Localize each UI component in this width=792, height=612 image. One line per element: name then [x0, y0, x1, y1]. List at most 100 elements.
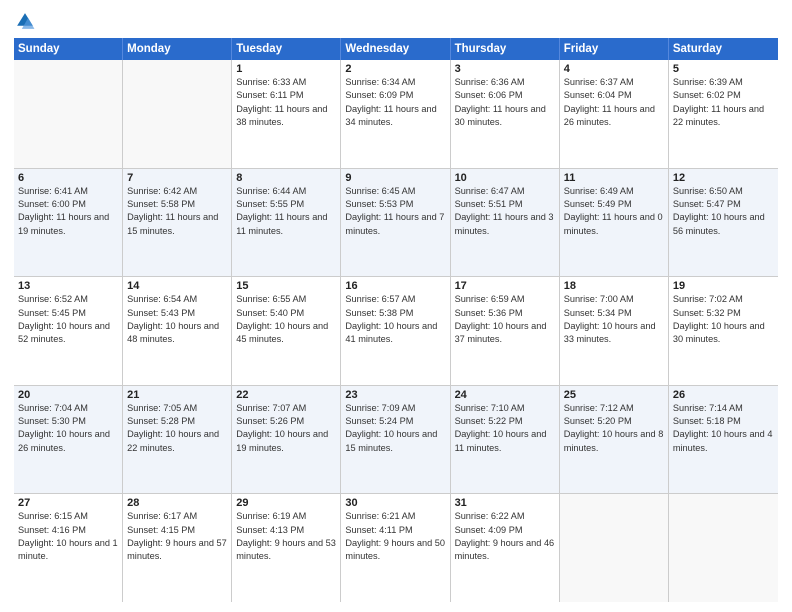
day-number: 22 [236, 389, 336, 401]
day-number: 13 [18, 280, 118, 292]
day-info: Sunrise: 7:14 AM Sunset: 5:18 PM Dayligh… [673, 402, 774, 455]
day-number: 11 [564, 172, 664, 184]
day-number: 14 [127, 280, 227, 292]
empty-cell [560, 494, 669, 602]
header-day-saturday: Saturday [669, 38, 778, 60]
day-cell-22: 22Sunrise: 7:07 AM Sunset: 5:26 PM Dayli… [232, 386, 341, 494]
day-cell-5: 5Sunrise: 6:39 AM Sunset: 6:02 PM Daylig… [669, 60, 778, 168]
day-cell-7: 7Sunrise: 6:42 AM Sunset: 5:58 PM Daylig… [123, 169, 232, 277]
week-row-2: 6Sunrise: 6:41 AM Sunset: 6:00 PM Daylig… [14, 169, 778, 278]
day-cell-11: 11Sunrise: 6:49 AM Sunset: 5:49 PM Dayli… [560, 169, 669, 277]
day-cell-14: 14Sunrise: 6:54 AM Sunset: 5:43 PM Dayli… [123, 277, 232, 385]
day-number: 23 [345, 389, 445, 401]
day-info: Sunrise: 6:54 AM Sunset: 5:43 PM Dayligh… [127, 293, 227, 346]
page: SundayMondayTuesdayWednesdayThursdayFrid… [0, 0, 792, 612]
calendar: SundayMondayTuesdayWednesdayThursdayFrid… [14, 38, 778, 602]
week-row-4: 20Sunrise: 7:04 AM Sunset: 5:30 PM Dayli… [14, 386, 778, 495]
day-number: 10 [455, 172, 555, 184]
day-cell-13: 13Sunrise: 6:52 AM Sunset: 5:45 PM Dayli… [14, 277, 123, 385]
day-info: Sunrise: 6:36 AM Sunset: 6:06 PM Dayligh… [455, 76, 555, 129]
day-number: 25 [564, 389, 664, 401]
day-number: 9 [345, 172, 445, 184]
day-info: Sunrise: 6:17 AM Sunset: 4:15 PM Dayligh… [127, 510, 227, 563]
header-day-wednesday: Wednesday [341, 38, 450, 60]
day-cell-31: 31Sunrise: 6:22 AM Sunset: 4:09 PM Dayli… [451, 494, 560, 602]
day-cell-30: 30Sunrise: 6:21 AM Sunset: 4:11 PM Dayli… [341, 494, 450, 602]
day-cell-2: 2Sunrise: 6:34 AM Sunset: 6:09 PM Daylig… [341, 60, 450, 168]
day-cell-21: 21Sunrise: 7:05 AM Sunset: 5:28 PM Dayli… [123, 386, 232, 494]
day-info: Sunrise: 6:45 AM Sunset: 5:53 PM Dayligh… [345, 185, 445, 238]
header-day-friday: Friday [560, 38, 669, 60]
day-cell-10: 10Sunrise: 6:47 AM Sunset: 5:51 PM Dayli… [451, 169, 560, 277]
day-number: 16 [345, 280, 445, 292]
logo [14, 10, 40, 32]
week-row-3: 13Sunrise: 6:52 AM Sunset: 5:45 PM Dayli… [14, 277, 778, 386]
day-number: 12 [673, 172, 774, 184]
week-row-5: 27Sunrise: 6:15 AM Sunset: 4:16 PM Dayli… [14, 494, 778, 602]
empty-cell [669, 494, 778, 602]
day-cell-12: 12Sunrise: 6:50 AM Sunset: 5:47 PM Dayli… [669, 169, 778, 277]
day-info: Sunrise: 6:42 AM Sunset: 5:58 PM Dayligh… [127, 185, 227, 238]
day-info: Sunrise: 6:41 AM Sunset: 6:00 PM Dayligh… [18, 185, 118, 238]
day-info: Sunrise: 6:57 AM Sunset: 5:38 PM Dayligh… [345, 293, 445, 346]
day-info: Sunrise: 6:39 AM Sunset: 6:02 PM Dayligh… [673, 76, 774, 129]
day-info: Sunrise: 6:49 AM Sunset: 5:49 PM Dayligh… [564, 185, 664, 238]
day-number: 31 [455, 497, 555, 509]
day-number: 29 [236, 497, 336, 509]
header-day-monday: Monday [123, 38, 232, 60]
day-info: Sunrise: 7:10 AM Sunset: 5:22 PM Dayligh… [455, 402, 555, 455]
day-cell-19: 19Sunrise: 7:02 AM Sunset: 5:32 PM Dayli… [669, 277, 778, 385]
day-info: Sunrise: 7:05 AM Sunset: 5:28 PM Dayligh… [127, 402, 227, 455]
day-info: Sunrise: 7:07 AM Sunset: 5:26 PM Dayligh… [236, 402, 336, 455]
header-day-sunday: Sunday [14, 38, 123, 60]
day-info: Sunrise: 6:21 AM Sunset: 4:11 PM Dayligh… [345, 510, 445, 563]
day-info: Sunrise: 6:33 AM Sunset: 6:11 PM Dayligh… [236, 76, 336, 129]
day-cell-16: 16Sunrise: 6:57 AM Sunset: 5:38 PM Dayli… [341, 277, 450, 385]
day-number: 15 [236, 280, 336, 292]
day-info: Sunrise: 6:55 AM Sunset: 5:40 PM Dayligh… [236, 293, 336, 346]
empty-cell [14, 60, 123, 168]
day-info: Sunrise: 6:47 AM Sunset: 5:51 PM Dayligh… [455, 185, 555, 238]
day-info: Sunrise: 6:37 AM Sunset: 6:04 PM Dayligh… [564, 76, 664, 129]
week-row-1: 1Sunrise: 6:33 AM Sunset: 6:11 PM Daylig… [14, 60, 778, 169]
day-cell-28: 28Sunrise: 6:17 AM Sunset: 4:15 PM Dayli… [123, 494, 232, 602]
day-cell-6: 6Sunrise: 6:41 AM Sunset: 6:00 PM Daylig… [14, 169, 123, 277]
logo-icon [14, 10, 36, 32]
day-cell-26: 26Sunrise: 7:14 AM Sunset: 5:18 PM Dayli… [669, 386, 778, 494]
day-number: 24 [455, 389, 555, 401]
day-info: Sunrise: 7:09 AM Sunset: 5:24 PM Dayligh… [345, 402, 445, 455]
day-info: Sunrise: 6:22 AM Sunset: 4:09 PM Dayligh… [455, 510, 555, 563]
day-cell-8: 8Sunrise: 6:44 AM Sunset: 5:55 PM Daylig… [232, 169, 341, 277]
day-number: 7 [127, 172, 227, 184]
day-number: 6 [18, 172, 118, 184]
day-number: 8 [236, 172, 336, 184]
day-number: 26 [673, 389, 774, 401]
day-info: Sunrise: 7:00 AM Sunset: 5:34 PM Dayligh… [564, 293, 664, 346]
day-info: Sunrise: 6:44 AM Sunset: 5:55 PM Dayligh… [236, 185, 336, 238]
day-cell-25: 25Sunrise: 7:12 AM Sunset: 5:20 PM Dayli… [560, 386, 669, 494]
day-info: Sunrise: 7:12 AM Sunset: 5:20 PM Dayligh… [564, 402, 664, 455]
day-cell-1: 1Sunrise: 6:33 AM Sunset: 6:11 PM Daylig… [232, 60, 341, 168]
day-cell-23: 23Sunrise: 7:09 AM Sunset: 5:24 PM Dayli… [341, 386, 450, 494]
calendar-body: 1Sunrise: 6:33 AM Sunset: 6:11 PM Daylig… [14, 60, 778, 602]
day-info: Sunrise: 6:52 AM Sunset: 5:45 PM Dayligh… [18, 293, 118, 346]
day-number: 27 [18, 497, 118, 509]
day-cell-29: 29Sunrise: 6:19 AM Sunset: 4:13 PM Dayli… [232, 494, 341, 602]
day-cell-4: 4Sunrise: 6:37 AM Sunset: 6:04 PM Daylig… [560, 60, 669, 168]
day-number: 1 [236, 63, 336, 75]
calendar-header: SundayMondayTuesdayWednesdayThursdayFrid… [14, 38, 778, 60]
day-cell-18: 18Sunrise: 7:00 AM Sunset: 5:34 PM Dayli… [560, 277, 669, 385]
day-info: Sunrise: 7:04 AM Sunset: 5:30 PM Dayligh… [18, 402, 118, 455]
day-info: Sunrise: 7:02 AM Sunset: 5:32 PM Dayligh… [673, 293, 774, 346]
day-cell-17: 17Sunrise: 6:59 AM Sunset: 5:36 PM Dayli… [451, 277, 560, 385]
empty-cell [123, 60, 232, 168]
day-number: 30 [345, 497, 445, 509]
day-number: 19 [673, 280, 774, 292]
day-number: 4 [564, 63, 664, 75]
day-number: 28 [127, 497, 227, 509]
header-day-tuesday: Tuesday [232, 38, 341, 60]
day-cell-9: 9Sunrise: 6:45 AM Sunset: 5:53 PM Daylig… [341, 169, 450, 277]
day-info: Sunrise: 6:15 AM Sunset: 4:16 PM Dayligh… [18, 510, 118, 563]
day-cell-15: 15Sunrise: 6:55 AM Sunset: 5:40 PM Dayli… [232, 277, 341, 385]
day-cell-27: 27Sunrise: 6:15 AM Sunset: 4:16 PM Dayli… [14, 494, 123, 602]
